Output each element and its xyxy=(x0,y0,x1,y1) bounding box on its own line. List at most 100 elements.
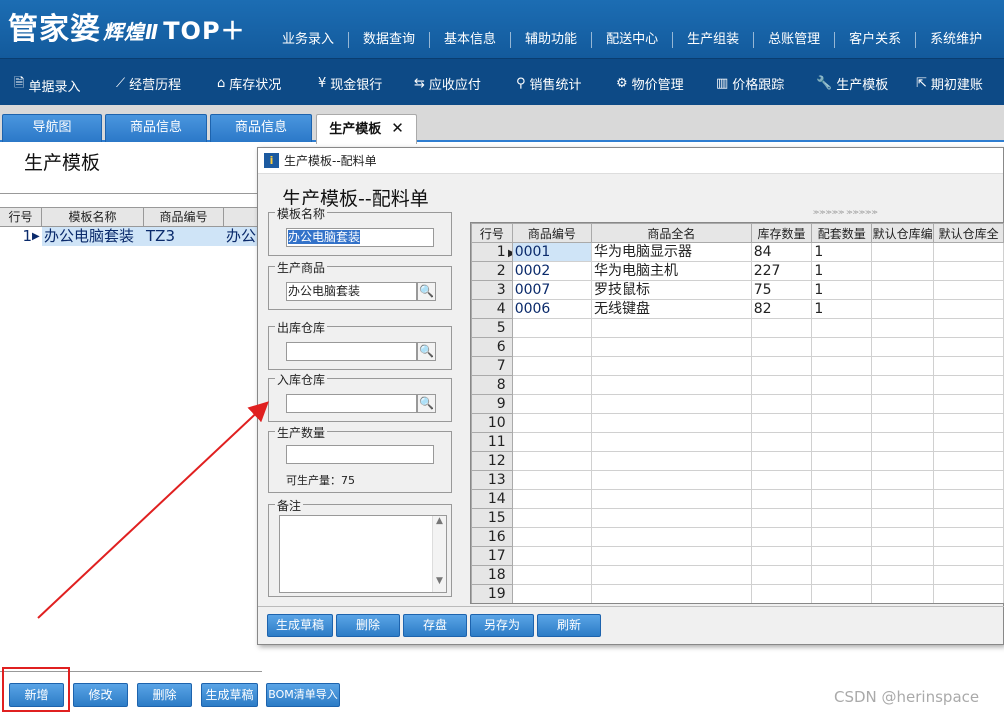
cell-default-warehouse-code[interactable] xyxy=(871,375,935,395)
cell-stock-qty[interactable] xyxy=(750,432,813,452)
cell-default-warehouse-name[interactable] xyxy=(933,375,1004,395)
cell-kit-qty[interactable] xyxy=(811,356,873,376)
cell-kit-qty[interactable] xyxy=(811,375,873,395)
cell-default-warehouse-name[interactable] xyxy=(933,413,1004,433)
save-button[interactable]: 存盘 xyxy=(403,614,467,637)
top-menu-item[interactable]: 数据查询 xyxy=(348,32,429,48)
table-row[interactable]: 14 xyxy=(471,489,1004,509)
cell-template-name[interactable]: 办公电脑套装 xyxy=(42,227,144,246)
template-name-input[interactable]: 办公电脑套装 xyxy=(286,228,434,247)
cell-default-warehouse-code[interactable] xyxy=(871,318,935,338)
save-as-button[interactable]: 另存为 xyxy=(470,614,534,637)
table-row[interactable]: 18 xyxy=(471,565,1004,585)
table-row[interactable]: 15 xyxy=(471,508,1004,528)
cell-product-code[interactable] xyxy=(511,470,593,490)
cell-kit-qty[interactable] xyxy=(811,565,873,585)
cell-stock-qty[interactable] xyxy=(750,508,813,528)
cell-product-name[interactable] xyxy=(591,470,752,490)
cell-product-name[interactable] xyxy=(591,565,752,585)
cell-default-warehouse-name[interactable] xyxy=(933,299,1004,319)
cell-product-code[interactable]: 0001 xyxy=(511,242,593,262)
generate-draft-button[interactable]: 生成草稿 xyxy=(267,614,333,637)
cell-product-name[interactable] xyxy=(591,356,752,376)
cell-product-code[interactable] xyxy=(511,489,593,509)
delete-button[interactable]: 删除 xyxy=(336,614,400,637)
cell-product-name[interactable]: 华为电脑主机 xyxy=(591,261,752,281)
cell-stock-qty[interactable] xyxy=(750,356,813,376)
top-menu-item[interactable]: 系统维护 xyxy=(915,32,996,48)
table-row[interactable]: 6 xyxy=(471,337,1004,357)
cell-stock-qty[interactable] xyxy=(750,489,813,509)
cell-product-name[interactable] xyxy=(591,546,752,566)
table-row[interactable]: 7 xyxy=(471,356,1004,376)
col-header[interactable]: 商品编号 xyxy=(144,208,224,226)
cell-stock-qty[interactable] xyxy=(750,546,813,566)
cell-default-warehouse-name[interactable] xyxy=(933,546,1004,566)
quantity-input[interactable] xyxy=(286,445,434,464)
cell-product-name[interactable]: 无线键盘 xyxy=(591,299,752,319)
tab-product-info[interactable]: 商品信息 xyxy=(105,114,207,142)
cell-product-name[interactable] xyxy=(591,318,752,338)
col-header[interactable]: 模板名称 xyxy=(42,208,144,226)
cell-product-name[interactable] xyxy=(591,508,752,528)
cell-kit-qty[interactable]: 1 xyxy=(811,299,873,319)
cell-default-warehouse-name[interactable] xyxy=(933,470,1004,490)
search-icon[interactable]: 🔍 xyxy=(417,282,436,301)
cell-default-warehouse-code[interactable] xyxy=(871,584,935,603)
bom-import-button[interactable]: BOM清单导入 xyxy=(266,683,340,707)
cell-default-warehouse-code[interactable] xyxy=(871,242,935,262)
cell-kit-qty[interactable] xyxy=(811,470,873,490)
cell-stock-qty[interactable] xyxy=(750,318,813,338)
nav-history[interactable]: ⟋ 经营历程 xyxy=(116,74,181,93)
table-row[interactable]: 17 xyxy=(471,546,1004,566)
cell-default-warehouse-name[interactable] xyxy=(933,318,1004,338)
cell-kit-qty[interactable] xyxy=(811,489,873,509)
table-row[interactable]: 1 ▶ 办公电脑套装 TZ3 办公 xyxy=(0,227,262,246)
cell-default-warehouse-name[interactable] xyxy=(933,584,1004,603)
col-header[interactable]: 库存数量 xyxy=(750,223,813,243)
cell-product-name[interactable] xyxy=(591,527,752,547)
col-header[interactable]: 行号 xyxy=(0,208,42,226)
cell-kit-qty[interactable] xyxy=(811,394,873,414)
cell-product-name[interactable] xyxy=(591,337,752,357)
tab-product-info-2[interactable]: 商品信息 xyxy=(210,114,312,142)
nav-receivables[interactable]: ⇆ 应收应付 xyxy=(414,74,481,93)
cell-stock-qty[interactable] xyxy=(750,394,813,414)
cell-default-warehouse-name[interactable] xyxy=(933,527,1004,547)
cell-default-warehouse-code[interactable] xyxy=(871,261,935,281)
top-menu-item[interactable]: 生产组装 xyxy=(672,32,753,48)
cell-product-code[interactable]: 0002 xyxy=(511,261,593,281)
cell-stock-qty[interactable] xyxy=(750,451,813,471)
top-menu-item[interactable]: 基本信息 xyxy=(429,32,510,48)
close-icon[interactable]: ✕ xyxy=(391,119,404,137)
cell-stock-qty[interactable]: 227 xyxy=(750,261,813,281)
cell-default-warehouse-name[interactable] xyxy=(933,565,1004,585)
cell-default-warehouse-code[interactable] xyxy=(871,356,935,376)
col-header[interactable]: 默认仓库编 xyxy=(871,223,935,243)
nav-documents[interactable]: 🗎 单据录入 xyxy=(14,74,80,96)
nav-price-mgmt[interactable]: ⚙ 物价管理 xyxy=(616,74,684,93)
memo-textarea[interactable]: ▲ ▼ xyxy=(279,515,447,593)
table-row[interactable]: 16 xyxy=(471,527,1004,547)
cell-kit-qty[interactable]: 1 xyxy=(811,261,873,281)
cell-stock-qty[interactable] xyxy=(750,527,813,547)
cell-default-warehouse-name[interactable] xyxy=(933,508,1004,528)
cell-product-code[interactable]: 0006 xyxy=(511,299,593,319)
table-row[interactable]: 2 0002 华为电脑主机 227 1 xyxy=(471,261,1004,281)
table-row[interactable]: 13 xyxy=(471,470,1004,490)
cell-product-name[interactable]: 华为电脑显示器 xyxy=(591,242,752,262)
cell-product-code[interactable] xyxy=(511,394,593,414)
col-header[interactable]: 默认仓库全 xyxy=(933,223,1004,243)
table-row[interactable]: 9 xyxy=(471,394,1004,414)
cell-default-warehouse-name[interactable] xyxy=(933,337,1004,357)
cell-kit-qty[interactable] xyxy=(811,451,873,471)
cell-stock-qty[interactable] xyxy=(750,565,813,585)
cell-default-warehouse-code[interactable] xyxy=(871,413,935,433)
cell-product-code[interactable] xyxy=(511,546,593,566)
cell-kit-qty[interactable] xyxy=(811,527,873,547)
nav-production-template[interactable]: 🔧 生产模板 xyxy=(816,74,888,93)
cell-kit-qty[interactable] xyxy=(811,546,873,566)
cell-default-warehouse-name[interactable] xyxy=(933,451,1004,471)
nav-opening-accounts[interactable]: ⇱ 期初建账 xyxy=(916,74,983,93)
cell-default-warehouse-name[interactable] xyxy=(933,394,1004,414)
